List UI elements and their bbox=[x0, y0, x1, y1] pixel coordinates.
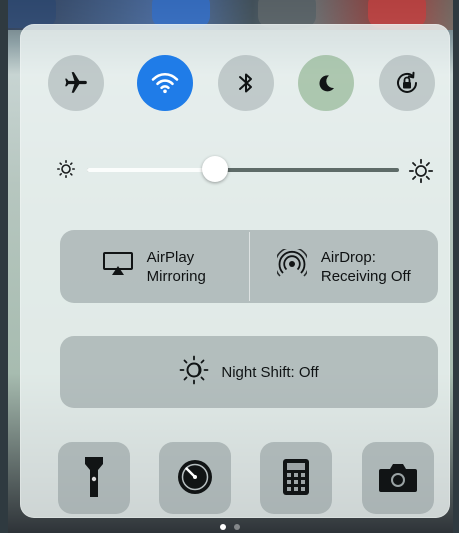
moon-icon bbox=[314, 71, 338, 95]
airplane-icon bbox=[63, 70, 89, 96]
page-dot-current[interactable] bbox=[219, 524, 226, 530]
page-indicator bbox=[0, 524, 459, 530]
airplay-mirroring-button[interactable]: AirPlay Mirroring bbox=[60, 230, 249, 303]
camera-button[interactable] bbox=[362, 442, 434, 514]
rotation-lock-icon bbox=[393, 69, 421, 97]
night-shift-icon bbox=[179, 355, 209, 389]
flashlight-icon bbox=[83, 455, 105, 502]
airplay-label-line2: Mirroring bbox=[146, 267, 206, 285]
brightness-slider[interactable] bbox=[55, 154, 435, 184]
airdrop-icon bbox=[274, 246, 310, 284]
night-shift-button[interactable]: Night Shift: Off bbox=[60, 336, 438, 408]
brightness-slider-thumb[interactable] bbox=[201, 156, 228, 182]
camera-icon bbox=[378, 461, 418, 496]
page-dot[interactable] bbox=[233, 524, 240, 530]
calculator-icon bbox=[282, 458, 310, 499]
airdrop-label-line2: Receiving Off bbox=[320, 267, 411, 285]
home-screen-background: AirPlay Mirroring AirDrop: Receiving Off… bbox=[8, 0, 453, 533]
brightness-low-icon bbox=[55, 158, 77, 185]
rotation-lock-toggle[interactable] bbox=[379, 55, 435, 111]
brightness-high-icon bbox=[408, 158, 434, 189]
bluetooth-icon bbox=[236, 70, 256, 96]
timer-icon bbox=[175, 457, 215, 500]
brightness-slider-fill bbox=[87, 168, 215, 172]
wifi-toggle[interactable] bbox=[137, 55, 193, 111]
airplay-airdrop-group: AirPlay Mirroring AirDrop: Receiving Off bbox=[60, 230, 438, 303]
calculator-button[interactable] bbox=[260, 442, 332, 514]
airplay-icon bbox=[102, 252, 133, 281]
airplane-mode-toggle[interactable] bbox=[48, 55, 104, 111]
airdrop-button[interactable]: AirDrop: Receiving Off bbox=[250, 230, 439, 303]
airplay-label-line1: AirPlay bbox=[146, 248, 195, 266]
wifi-icon bbox=[151, 71, 179, 95]
bluetooth-toggle[interactable] bbox=[218, 55, 274, 111]
flashlight-button[interactable] bbox=[58, 442, 130, 514]
airdrop-label-line1: AirDrop: bbox=[320, 248, 376, 266]
airplay-label: AirPlay Mirroring bbox=[147, 248, 206, 286]
airdrop-label: AirDrop: Receiving Off bbox=[321, 248, 411, 286]
timer-button[interactable] bbox=[159, 442, 231, 514]
night-shift-label: Night Shift: Off bbox=[221, 363, 319, 381]
control-center-panel: AirPlay Mirroring AirDrop: Receiving Off… bbox=[20, 24, 450, 518]
do-not-disturb-toggle[interactable] bbox=[298, 55, 354, 111]
